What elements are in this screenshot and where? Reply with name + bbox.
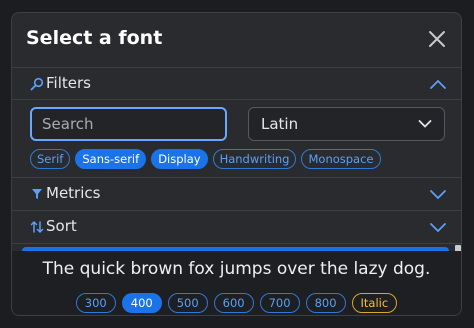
weight-700-chip[interactable]: 700 (259, 293, 300, 313)
filters-section-toggle[interactable]: Filters (12, 68, 461, 100)
chevron-down-icon (418, 120, 432, 128)
dialog-header: Select a font (12, 13, 461, 67)
weight-400-chip[interactable]: 400 (121, 293, 162, 313)
chip-monospace[interactable]: Monospace (301, 149, 381, 169)
weight-800-chip[interactable]: 800 (305, 293, 346, 313)
metrics-label: Metrics (46, 184, 101, 202)
close-button[interactable] (425, 27, 449, 51)
search-input[interactable] (30, 107, 227, 141)
close-icon (429, 31, 445, 47)
font-picker-dialog: Select a font Filters Latin Serif Sans-s… (11, 12, 462, 316)
divider (12, 243, 461, 244)
chevron-down-icon (430, 223, 446, 233)
weight-600-chip[interactable]: 600 (213, 293, 254, 313)
filters-label: Filters (46, 74, 91, 92)
chip-sans-serif[interactable]: Sans-serif (75, 149, 147, 169)
chip-serif[interactable]: Serif (30, 149, 71, 169)
chevron-up-icon (430, 79, 446, 89)
sort-section-toggle[interactable]: Sort (12, 211, 461, 243)
chevron-down-icon (430, 190, 446, 200)
divider (12, 99, 461, 100)
chip-handwriting[interactable]: Handwriting (212, 149, 297, 169)
search-icon (30, 77, 44, 91)
metrics-section-toggle[interactable]: Metrics (12, 178, 461, 210)
funnel-icon (32, 189, 42, 199)
dialog-title: Select a font (26, 27, 163, 49)
italic-chip[interactable]: Italic (351, 293, 398, 313)
weight-chips: 300 400 500 600 700 800 Italic (12, 293, 461, 313)
weight-500-chip[interactable]: 500 (167, 293, 208, 313)
weight-300-chip[interactable]: 300 (75, 293, 116, 313)
sort-icon (30, 220, 44, 234)
script-select-value: Latin (261, 115, 299, 133)
sort-label: Sort (46, 217, 77, 235)
preview-panel: The quick brown fox jumps over the lazy … (12, 251, 461, 315)
preview-text: The quick brown fox jumps over the lazy … (42, 259, 431, 279)
category-chips: Serif Sans-serif Display Handwriting Mon… (30, 149, 381, 169)
chip-display[interactable]: Display (151, 149, 208, 169)
script-select[interactable]: Latin (248, 107, 445, 141)
